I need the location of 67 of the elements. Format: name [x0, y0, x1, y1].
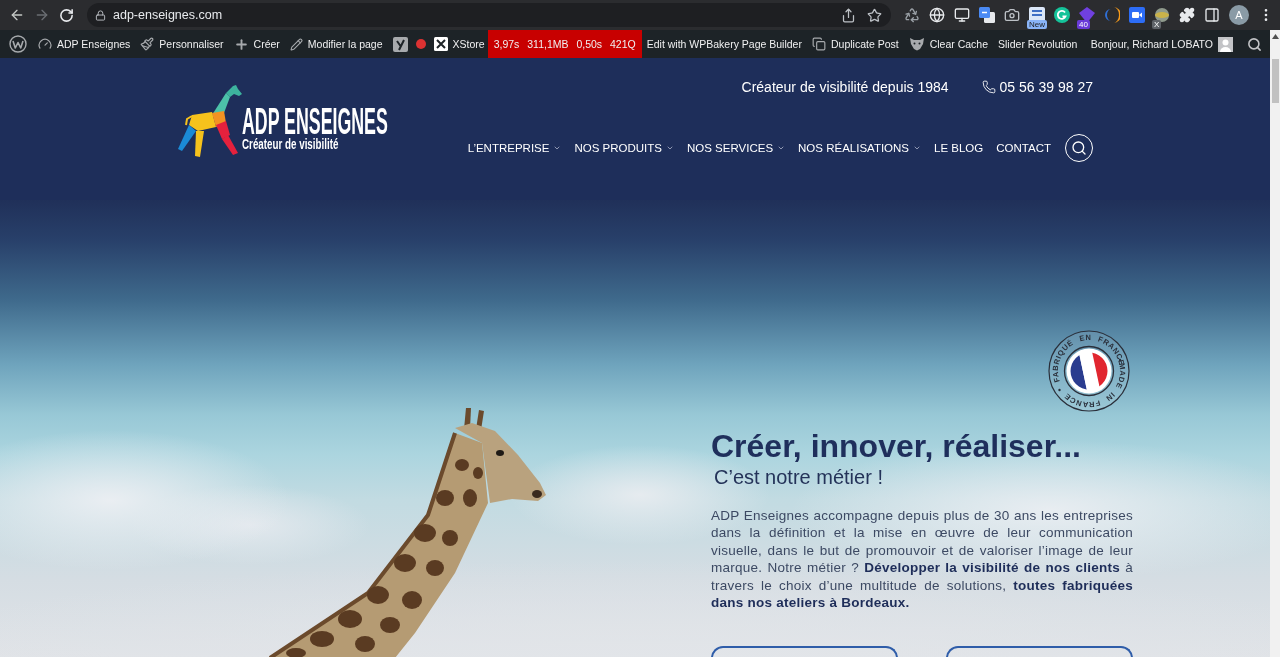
scrollbar-thumb[interactable] [1271, 59, 1279, 103]
nav-link[interactable]: L’ENTREPRISE [467, 142, 562, 154]
plugin-logo-icon[interactable] [392, 36, 408, 52]
admin-bar-link[interactable]: XStore [430, 30, 488, 58]
account-link[interactable]: Bonjour, Richard LOBATO [1084, 30, 1239, 58]
logo-slogan: Créateur de visibilité [242, 137, 339, 151]
scroll-up-icon[interactable] [1271, 34, 1279, 39]
diamond-icon[interactable] [1079, 7, 1095, 23]
nav-link[interactable]: NOS RÉALISATIONS [798, 142, 922, 154]
scrollbar[interactable] [1270, 30, 1280, 657]
forward-icon[interactable] [34, 7, 50, 23]
outline-button[interactable] [946, 645, 1133, 657]
status-dot-icon [415, 39, 426, 49]
extension-badge: 40 [1077, 20, 1090, 29]
video-camera-icon[interactable] [1129, 7, 1145, 23]
overlapping-tiles-icon[interactable] [979, 7, 995, 23]
metrics-link[interactable]: 3,97s 311,1MB 0,50s 421Q [487, 30, 642, 58]
x-logo-icon [433, 37, 448, 51]
hero-subtitle: C’est notre métier ! [714, 464, 884, 489]
nav-link[interactable]: CONTACT [996, 142, 1051, 154]
circle-logo-icon[interactable] [1054, 7, 1070, 23]
address-bar[interactable]: adp-enseignes.com [87, 3, 891, 27]
admin-bar-link[interactable]: Edit with WPBakery Page Builder [641, 30, 807, 58]
paintbrush-icon [140, 37, 155, 51]
plus-icon [233, 36, 249, 52]
logo-icon[interactable] [9, 35, 27, 53]
extension-badge: X [1152, 20, 1162, 29]
reload-icon[interactable] [59, 7, 74, 23]
lock-icon [95, 9, 106, 21]
admin-bar-link[interactable]: Modifier la page [284, 30, 388, 58]
hero-title: Créer, innover, réaliser... [711, 428, 1082, 465]
sidebar-icon[interactable] [1204, 7, 1220, 23]
copy-icon [811, 37, 826, 51]
nav-link[interactable]: NOS SERVICES [687, 142, 786, 154]
puzzle-icon[interactable] [1179, 7, 1195, 23]
back-icon[interactable] [9, 7, 25, 23]
tagline: Créateur de visibilité depuis 1984 [741, 79, 949, 95]
outline-button[interactable] [711, 645, 898, 657]
phone-icon [981, 80, 996, 94]
giraffe-logo-icon[interactable] [178, 85, 242, 157]
url-text: adp-enseignes.com [113, 8, 223, 22]
search-icon[interactable] [1247, 36, 1262, 52]
camera-icon[interactable] [1004, 7, 1020, 23]
extension-badge: New [1027, 20, 1047, 29]
phone-link[interactable]: 05 56 39 98 27 [981, 79, 1093, 95]
logo-name[interactable]: ADP ENSEIGNES [242, 107, 388, 137]
pencil-icon [289, 37, 303, 51]
admin-bar-link[interactable]: Clear Cache [903, 30, 994, 58]
sphere-icon[interactable] [1154, 7, 1170, 23]
avatar-icon [1218, 36, 1233, 52]
monitor-icon[interactable] [954, 7, 970, 23]
nav-link[interactable]: LE BLOG [934, 142, 984, 154]
admin-bar-link[interactable]: Slider Revolution [993, 30, 1083, 58]
admin-bar-link[interactable]: ADP Enseignes [33, 30, 136, 58]
nav-link[interactable]: NOS PRODUITS [574, 142, 674, 154]
admin-bar-link[interactable]: Créer [228, 30, 285, 58]
intro-paragraph: ADP Enseignes accompagne depuis plus de 30 ans les entreprises dans la définition et la mise en œuvre de leur communication visuelle, dans le but de promouvoir et de valoriser l’image de leur marque. Notre métier ? Développer la visibilité de nos clients à travers le choix d’une multitude de solutions, toutes fabriquées dans nos ateliers à Bordeaux. [711, 506, 1133, 612]
recycle-icon[interactable] [904, 7, 920, 23]
admin-bar-link[interactable]: Duplicate Post [806, 30, 904, 58]
globe-icon[interactable] [929, 7, 945, 23]
search-icon [1071, 140, 1087, 156]
animal-head-icon [908, 37, 925, 51]
bookmark-star-icon[interactable] [867, 7, 882, 23]
crescents-icon[interactable] [1104, 7, 1120, 23]
share-icon[interactable] [841, 7, 856, 23]
gauge-icon [38, 37, 52, 51]
admin-bar-link[interactable]: Personnaliser [135, 30, 229, 58]
